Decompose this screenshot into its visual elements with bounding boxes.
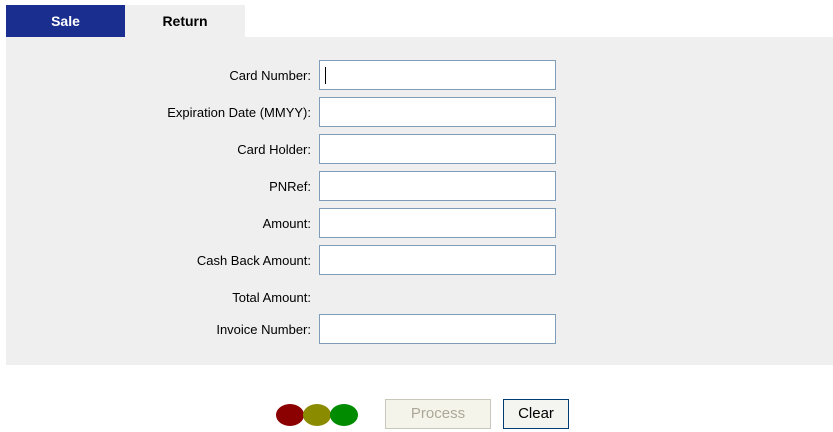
total-amount-row: Total Amount: <box>6 282 833 312</box>
card-holder-field[interactable] <box>319 134 556 164</box>
text-caret <box>325 67 326 84</box>
amount-row: Amount: <box>6 208 833 238</box>
expiration-label: Expiration Date (MMYY): <box>167 105 311 120</box>
traffic-light-icon <box>276 404 358 426</box>
total-amount-label: Total Amount: <box>232 290 311 305</box>
expiration-row: Expiration Date (MMYY): <box>6 97 833 127</box>
pnref-field[interactable] <box>319 171 556 201</box>
red-light-icon <box>276 404 304 426</box>
tab-return[interactable]: Return <box>125 5 245 37</box>
card-number-label: Card Number: <box>229 68 311 83</box>
card-holder-row: Card Holder: <box>6 134 833 164</box>
invoice-number-field[interactable] <box>319 314 556 344</box>
tab-sale[interactable]: Sale <box>6 5 125 37</box>
invoice-number-label: Invoice Number: <box>216 322 311 337</box>
pnref-row: PNRef: <box>6 171 833 201</box>
cash-back-field[interactable] <box>319 245 556 275</box>
card-number-row: Card Number: <box>6 60 833 90</box>
cash-back-label: Cash Back Amount: <box>196 253 311 268</box>
clear-button[interactable]: Clear <box>503 399 569 429</box>
amount-label: Amount: <box>262 216 311 231</box>
green-light-icon <box>330 404 358 426</box>
cash-back-row: Cash Back Amount: <box>6 245 833 275</box>
card-holder-label: Card Holder: <box>237 142 311 157</box>
expiration-field[interactable] <box>319 97 556 127</box>
card-number-field[interactable] <box>319 60 556 90</box>
amount-field[interactable] <box>319 208 556 238</box>
pnref-label: PNRef: <box>269 179 311 194</box>
process-button[interactable]: Process <box>385 399 491 429</box>
invoice-number-row: Invoice Number: <box>6 314 833 344</box>
return-form-panel: Card Number: Expiration Date (MMYY): Car… <box>6 37 833 365</box>
yellow-light-icon <box>303 404 331 426</box>
